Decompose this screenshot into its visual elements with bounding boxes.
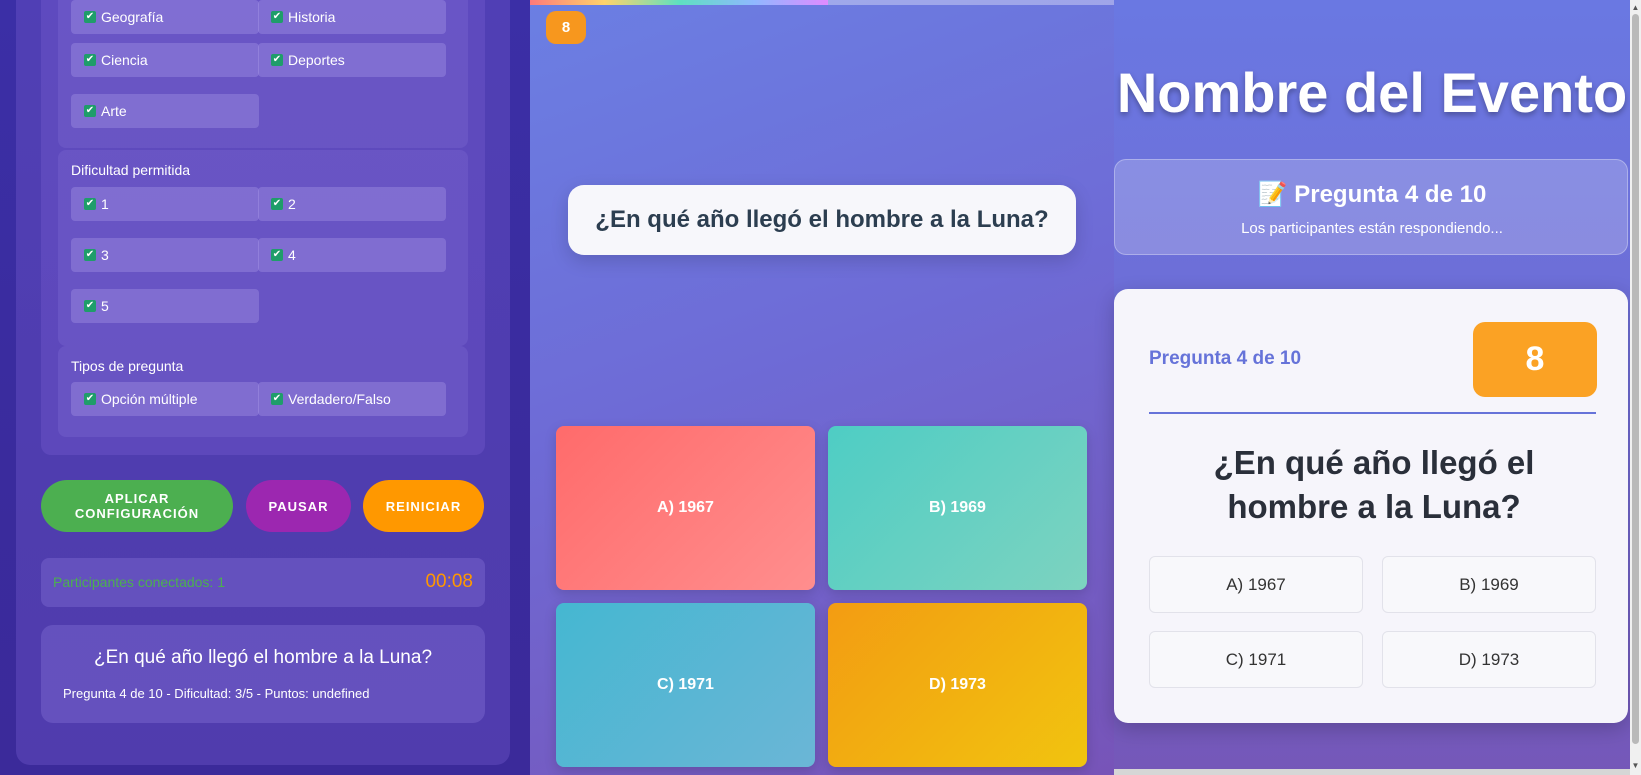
display-option-c: C) 1971 — [1149, 631, 1363, 688]
checkbox-checked-icon[interactable]: ✔ — [84, 11, 96, 23]
checkbox-checked-icon[interactable]: ✔ — [84, 54, 96, 66]
category-option-ciencia[interactable]: ✔ Ciencia — [71, 43, 259, 77]
type-option-multiple[interactable]: ✔ Opción múltiple — [71, 382, 259, 416]
type-label: Opción múltiple — [101, 391, 198, 407]
category-label: Arte — [101, 103, 127, 119]
pause-button[interactable]: PAUSAR — [246, 480, 351, 532]
display-status-title: 📝 Pregunta 4 de 10 — [1115, 180, 1629, 209]
horizontal-scrollbar[interactable] — [1114, 769, 1630, 775]
type-option-truefalse[interactable]: ✔ Verdadero/Falso — [258, 382, 446, 416]
difficulty-option-1[interactable]: ✔ 1 — [71, 187, 259, 221]
question-types-section: Tipos de pregunta ✔ Opción múltiple ✔ Verd… — [58, 346, 468, 437]
difficulty-label: 3 — [101, 247, 109, 263]
difficulty-label: 2 — [288, 196, 296, 212]
checkbox-checked-icon[interactable]: ✔ — [271, 393, 283, 405]
scrollbar-thumb[interactable] — [1632, 14, 1639, 744]
checkbox-checked-icon[interactable]: ✔ — [271, 11, 283, 23]
participants-status-box: Participantes conectados: 1 00:08 — [41, 558, 485, 607]
restart-button[interactable]: REINICIAR — [363, 480, 484, 532]
admin-clock: 00:08 — [425, 571, 473, 592]
player-timer-badge: 8 — [546, 11, 586, 44]
player-question: ¿En qué año llegó el hombre a la Luna? — [568, 185, 1076, 255]
question-types-title: Tipos de pregunta — [71, 358, 184, 374]
scroll-down-arrow-icon[interactable]: ▼ — [1631, 760, 1640, 770]
difficulty-title: Dificultad permitida — [71, 162, 191, 178]
question-meta: Pregunta 4 de 10 - Dificultad: 3/5 - Pun… — [63, 686, 370, 701]
category-label: Historia — [288, 9, 336, 25]
category-option-deportes[interactable]: ✔ Deportes — [258, 43, 446, 77]
display-question-text: ¿En qué año llegó el hombre a la Luna? — [1213, 444, 1535, 525]
display-view: Nombre del Evento 📝 Pregunta 4 de 10 Los… — [1114, 0, 1630, 775]
answer-d-button[interactable]: D) 1973 — [828, 603, 1087, 767]
checkbox-checked-icon[interactable]: ✔ — [84, 105, 96, 117]
current-question-box: ¿En qué año llegó el hombre a la Luna? P… — [41, 625, 485, 723]
category-option-geografia[interactable]: ✔ Geografía — [71, 0, 259, 34]
categories-section: ✔ Geografía ✔ Historia ✔ Ciencia ✔ Deportes … — [58, 0, 468, 148]
display-status-subtitle: Los participantes están respondiendo... — [1241, 220, 1503, 237]
display-option-a: A) 1967 — [1149, 556, 1363, 613]
display-status-card: 📝 Pregunta 4 de 10 Los participantes est… — [1114, 159, 1628, 255]
checkbox-checked-icon[interactable]: ✔ — [84, 249, 96, 261]
difficulty-option-3[interactable]: ✔ 3 — [71, 238, 259, 272]
display-status-title-text: Pregunta 4 de 10 — [1294, 181, 1487, 208]
type-label: Verdadero/Falso — [288, 391, 391, 407]
player-view: 8 ¿En qué año llegó el hombre a la Luna?… — [530, 0, 1114, 775]
answer-b-button[interactable]: B) 1969 — [828, 426, 1087, 590]
difficulty-label: 1 — [101, 196, 109, 212]
progress-bar — [530, 0, 828, 5]
participants-count: Participantes conectados: 1 — [53, 574, 225, 590]
difficulty-label: 5 — [101, 298, 109, 314]
answer-a-button[interactable]: A) 1967 — [556, 426, 815, 590]
display-question-card: Pregunta 4 de 10 8 ¿En qué año llegó el … — [1114, 289, 1628, 723]
current-question-text: ¿En qué año llegó el hombre a la Luna? — [93, 647, 433, 668]
category-option-historia[interactable]: ✔ Historia — [258, 0, 446, 34]
difficulty-option-5[interactable]: ✔ 5 — [71, 289, 259, 323]
display-option-d: D) 1973 — [1382, 631, 1596, 688]
category-option-arte[interactable]: ✔ Arte — [71, 94, 259, 128]
display-option-b: B) 1969 — [1382, 556, 1596, 613]
difficulty-option-4[interactable]: ✔ 4 — [258, 238, 446, 272]
checkbox-checked-icon[interactable]: ✔ — [84, 300, 96, 312]
display-timer-badge: 8 — [1473, 322, 1597, 397]
divider — [1149, 412, 1596, 414]
category-label: Deportes — [288, 52, 345, 68]
difficulty-section: Dificultad permitida ✔ 1 ✔ 2 ✔ 3 ✔ 4 ✔ 5 — [58, 150, 468, 346]
difficulty-label: 4 — [288, 247, 296, 263]
memo-icon: 📝 — [1257, 181, 1288, 208]
scroll-up-arrow-icon[interactable]: ▲ — [1631, 2, 1640, 12]
checkbox-checked-icon[interactable]: ✔ — [271, 249, 283, 261]
checkbox-checked-icon[interactable]: ✔ — [271, 54, 283, 66]
apply-config-button[interactable]: APLICAR CONFIGURACIÓN — [41, 480, 233, 532]
category-label: Geografía — [101, 9, 164, 25]
display-question-number: Pregunta 4 de 10 — [1149, 348, 1302, 369]
event-title: Nombre del Evento — [1116, 61, 1628, 124]
difficulty-option-2[interactable]: ✔ 2 — [258, 187, 446, 221]
checkbox-checked-icon[interactable]: ✔ — [271, 198, 283, 210]
checkbox-checked-icon[interactable]: ✔ — [84, 393, 96, 405]
category-label: Ciencia — [101, 52, 148, 68]
answer-c-button[interactable]: C) 1971 — [556, 603, 815, 767]
checkbox-checked-icon[interactable]: ✔ — [84, 198, 96, 210]
